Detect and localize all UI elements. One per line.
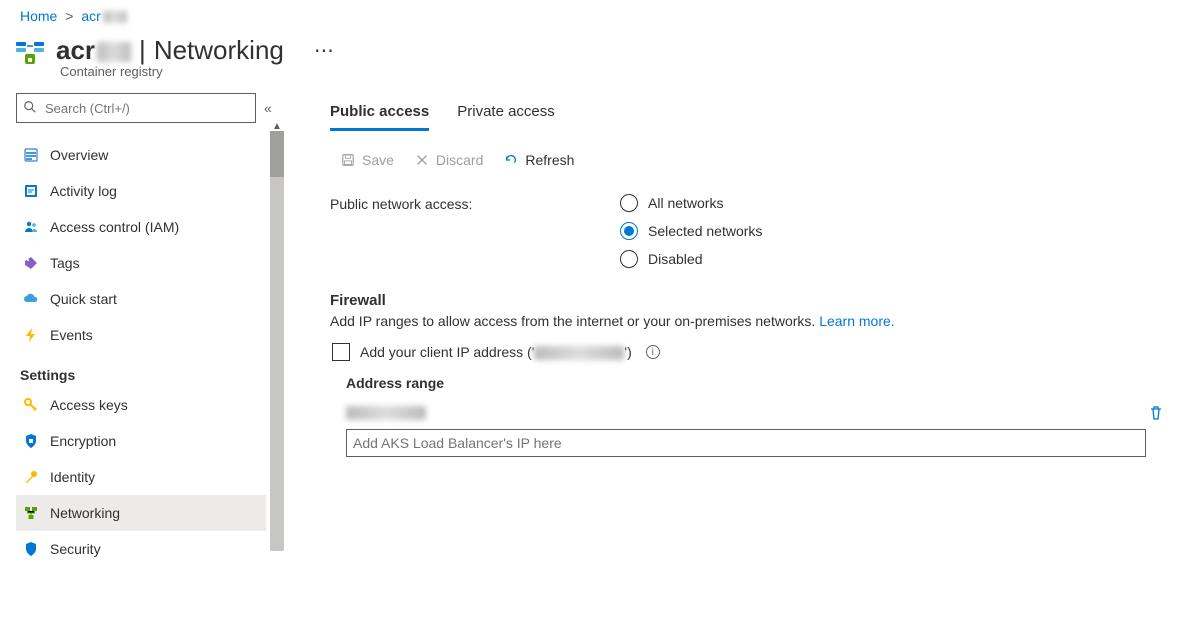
sidebar-item-label: Events [50,327,93,343]
radio-icon [620,250,638,268]
sidebar-item-label: Identity [50,469,95,485]
radio-label: All networks [648,195,723,211]
address-range-row [330,397,1172,429]
refresh-label: Refresh [525,152,574,168]
firewall-section-desc: Add IP ranges to allow access from the i… [330,313,1172,329]
key-gold-icon [22,468,40,486]
discard-label: Discard [436,152,483,168]
breadcrumb-home[interactable]: Home [20,8,57,24]
sidebar-item-label: Networking [50,505,120,521]
scroll-up-icon[interactable]: ▲ [270,121,284,131]
sidebar-item-label: Access keys [50,397,128,413]
firewall-section-title: Firewall [330,292,1172,309]
save-icon [340,152,356,168]
tab-private-access[interactable]: Private access [457,97,555,131]
sidebar-item-activity-log[interactable]: Activity log [16,173,266,209]
resource-type-icon [14,34,46,66]
client-ip-label: Add your client IP address ('') [360,344,632,360]
sidebar-item-identity[interactable]: Identity [16,459,266,495]
collapse-sidebar-button[interactable]: « [264,100,272,116]
lightning-icon [22,326,40,344]
shield-icon [22,540,40,558]
activity-log-icon [22,182,40,200]
page-title-resource: acr [56,35,131,66]
sidebar-section-settings: Settings [20,367,280,383]
radio-all-networks[interactable]: All networks [620,194,762,212]
public-access-label: Public network access: [330,194,620,268]
discard-button[interactable]: Discard [414,152,483,168]
search-icon [23,100,37,117]
radio-disabled[interactable]: Disabled [620,250,762,268]
sidebar-item-access-keys[interactable]: Access keys [16,387,266,423]
address-range-column-header: Address range [330,371,1172,397]
sidebar-item-label: Quick start [50,291,117,307]
delete-address-button[interactable] [1146,403,1166,423]
tab-public-access[interactable]: Public access [330,97,429,131]
sidebar-item-label: Encryption [50,433,116,449]
sidebar-item-events[interactable]: Events [16,317,266,353]
sidebar-item-iam[interactable]: Access control (IAM) [16,209,266,245]
client-ip-checkbox[interactable] [332,343,350,361]
refresh-button[interactable]: Refresh [503,152,574,168]
sidebar-item-label: Overview [50,147,108,163]
radio-icon [620,194,638,212]
sidebar-item-overview[interactable]: Overview [16,137,266,173]
page-subtitle: Container registry [0,64,1200,93]
sidebar-search-input[interactable] [43,100,249,117]
people-icon [22,218,40,236]
address-range-input[interactable] [346,429,1146,457]
radio-selected-networks[interactable]: Selected networks [620,222,762,240]
address-range-value-masked [346,406,426,420]
breadcrumb-current[interactable]: acr [81,8,126,24]
overview-icon [22,146,40,164]
save-label: Save [362,152,394,168]
refresh-icon [503,152,519,168]
public-access-radio-group: All networks Selected networks Disabled [620,194,762,268]
breadcrumb-separator: > [65,8,73,24]
sidebar-search[interactable] [16,93,256,123]
radio-label: Disabled [648,251,702,267]
sidebar-item-security[interactable]: Security [16,531,266,567]
key-icon [22,396,40,414]
sidebar-item-networking[interactable]: Networking [16,495,266,531]
radio-icon [620,222,638,240]
sidebar-scrollbar[interactable] [270,131,284,551]
info-icon[interactable]: i [646,345,660,359]
more-actions-button[interactable]: ⋯ [314,38,336,63]
sidebar-item-label: Activity log [50,183,117,199]
tag-icon [22,254,40,272]
radio-label: Selected networks [648,223,762,239]
sidebar-item-label: Access control (IAM) [50,219,179,235]
breadcrumb: Home > acr [0,0,1200,30]
save-button[interactable]: Save [340,152,394,168]
page-title-separator: | [139,35,146,66]
sidebar-item-tags[interactable]: Tags [16,245,266,281]
close-icon [414,152,430,168]
sidebar-item-label: Tags [50,255,80,271]
sidebar-item-encryption[interactable]: Encryption [16,423,266,459]
learn-more-link[interactable]: Learn more. [819,313,894,329]
sidebar-item-quick-start[interactable]: Quick start [16,281,266,317]
page-title-page: Networking [154,35,284,66]
network-icon [22,504,40,522]
sidebar-item-label: Security [50,541,101,557]
cloud-icon [22,290,40,308]
shield-lock-icon [22,432,40,450]
